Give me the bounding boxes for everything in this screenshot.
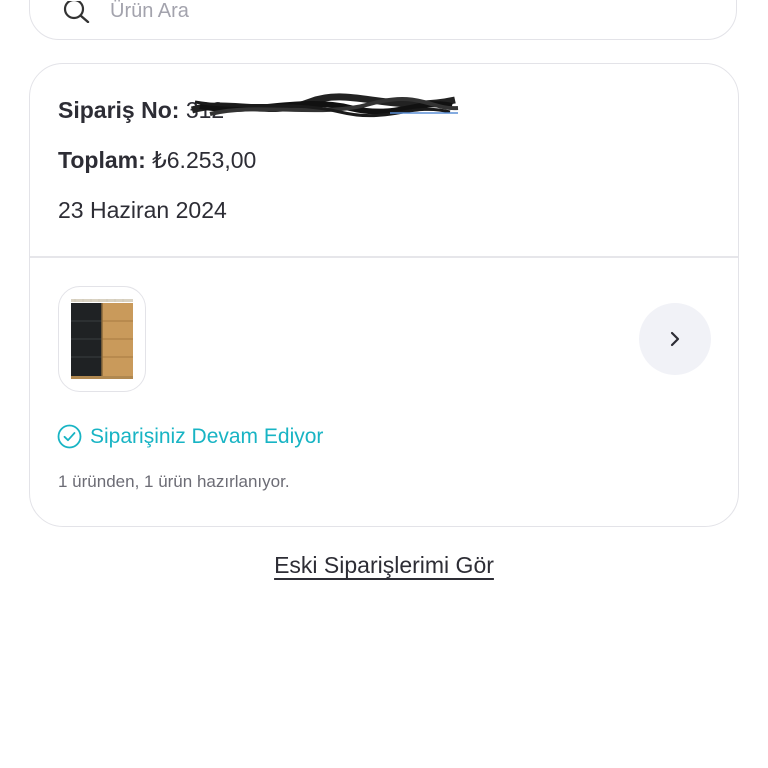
order-status-text: Siparişiniz Devam Ediyor (90, 424, 324, 448)
order-detail-button[interactable] (639, 303, 711, 375)
order-number-label: Sipariş No: (58, 97, 180, 123)
check-circle-icon (57, 424, 82, 449)
divider (30, 256, 738, 258)
redaction-scribble (190, 93, 459, 118)
search-input[interactable] (110, 0, 670, 23)
order-total-row: Toplam: ₺6.253,00 (58, 147, 256, 174)
old-orders-row: Eski Siparişlerimi Gör (0, 552, 768, 579)
order-total-value: ₺6.253,00 (152, 147, 257, 173)
search-icon (63, 1, 90, 23)
order-status: Siparişiniz Devam Ediyor (57, 424, 323, 449)
chevron-right-icon (670, 331, 680, 347)
product-thumbnail[interactable] (58, 286, 146, 392)
wardrobe-image (71, 299, 133, 379)
order-status-detail: 1 üründen, 1 ürün hazırlanıyor. (58, 472, 290, 491)
order-card[interactable]: Sipariş No: 312 Toplam: ₺6.253,00 23 Haz… (29, 63, 739, 527)
old-orders-link[interactable]: Eski Siparişlerimi Gör (274, 552, 494, 578)
order-total-label: Toplam: (58, 147, 146, 173)
search-bar[interactable] (29, 0, 737, 40)
order-date: 23 Haziran 2024 (58, 197, 227, 223)
